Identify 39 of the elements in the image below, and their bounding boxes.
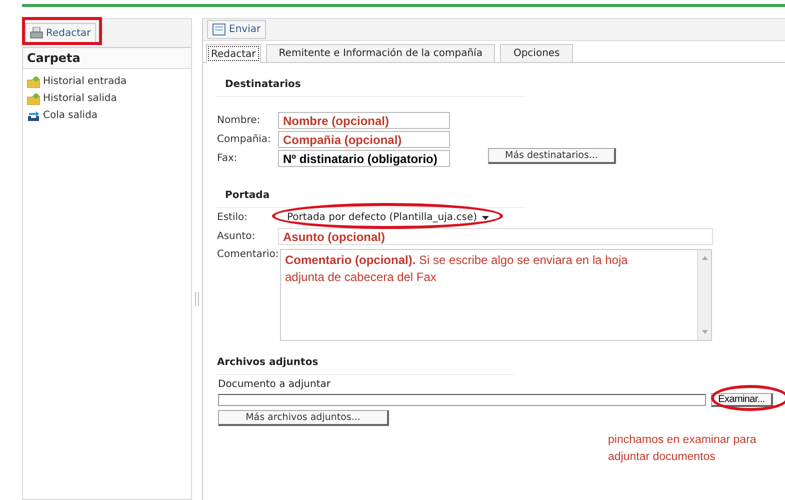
input-field[interactable]: Compañia (opcional) (278, 131, 450, 148)
file-input-field[interactable] (218, 394, 706, 406)
field-label: Estilo: (216, 212, 248, 223)
compose-button[interactable]: Redactar (25, 23, 96, 43)
tab[interactable]: Remitente e Información de la compañía (266, 44, 496, 62)
field-label: Compañia: (216, 134, 272, 145)
field-label: Documento a adjuntar (218, 379, 332, 390)
folder-item[interactable]: Historial entrada (27, 73, 187, 90)
comment-textarea[interactable]: Comentario (opcional). Si se escribe algo se enviara en la hoja adjunta de cabecera del Fax (280, 249, 712, 341)
folder-icon (27, 76, 40, 88)
browse-button[interactable]: Examinar... (711, 392, 773, 406)
tray-icon (27, 110, 40, 122)
fax-icon (30, 27, 43, 39)
folder-icon (27, 92, 40, 104)
more-attachments-button[interactable]: Más archivos adjuntos... (218, 410, 389, 426)
document-icon (212, 23, 226, 36)
field-label: Asunto: (216, 231, 256, 242)
more-recipients-button[interactable]: Más destinatarios... (488, 148, 616, 164)
folder-item[interactable]: Cola salida (27, 107, 187, 124)
input-field[interactable]: Nº distinatario (obligatorio) (278, 150, 450, 167)
folder-heading: Carpeta (23, 48, 191, 69)
style-dropdown[interactable]: Portada por defecto (Plantilla_uja.cse) (283, 209, 493, 226)
field-label: Fax: (216, 153, 238, 164)
folder-item[interactable]: Historial salida (27, 90, 187, 107)
field-label: Comentario: (216, 249, 278, 260)
scroll-down-icon (702, 330, 708, 334)
tab[interactable]: Opciones (500, 44, 573, 62)
section-heading: Portada (215, 182, 525, 208)
field-label: Nombre: (216, 115, 262, 126)
scrollbar[interactable] (697, 250, 711, 340)
send-button[interactable]: Enviar (207, 20, 266, 39)
section-heading: Archivos adjuntos (215, 349, 515, 375)
section-heading: Destinatarios (215, 71, 525, 97)
input-field[interactable]: Asunto (opcional) (278, 228, 713, 245)
annotation-text: pinchamos en examinar para adjuntar documentos (608, 433, 758, 465)
scroll-up-icon (702, 256, 708, 260)
input-field[interactable]: Nombre (opcional) (278, 112, 450, 129)
dropdown-arrow-icon (482, 216, 489, 220)
tab[interactable]: Redactar (206, 44, 261, 63)
